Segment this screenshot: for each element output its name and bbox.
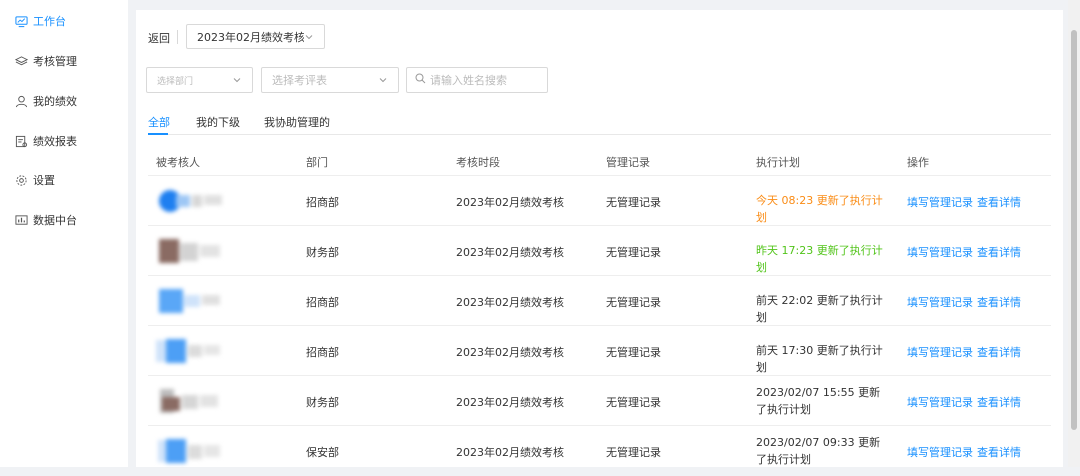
plan-cell: 今天 08:23 更新了执行计划 [756,194,883,224]
monitor-icon [14,14,28,28]
period-cell: 2023年02月绩效考核 [456,346,564,359]
sidebar-item-label: 我的绩效 [33,95,77,108]
fill-record-link[interactable]: 填写管理记录 [907,394,973,410]
table-row: 招商部 2023年02月绩效考核 无管理记录 前天 17:30 更新了执行计划 … [148,325,1051,376]
gear-icon [14,173,28,187]
department-cell: 财务部 [306,246,339,259]
search-icon [415,73,426,87]
avatar [160,389,218,413]
table-row: 财务部 2023年02月绩效考核 无管理记录 昨天 17:23 更新了执行计划 … [148,225,1051,276]
top-rail [136,0,1063,10]
period-cell: 2023年02月绩效考核 [456,296,564,309]
search-input[interactable] [426,73,540,87]
sidebar-item-workbench[interactable]: 工作台 [14,11,66,31]
fill-record-link[interactable]: 填写管理记录 [907,244,973,260]
avatar [159,289,220,313]
tab-bar: 全部 我的下级 我协助管理的 [148,114,1051,135]
sidebar-item-label: 数据中台 [33,214,77,227]
sidebar-item-label: 设置 [33,174,55,187]
record-cell: 无管理记录 [606,346,661,359]
record-cell: 无管理记录 [606,196,661,209]
department-cell: 保安部 [306,446,339,459]
divider [177,30,178,44]
column-header-department: 部门 [306,156,328,169]
department-cell: 财务部 [306,396,339,409]
sidebar-item-label: 工作台 [33,15,66,28]
sidebar: 工作台 考核管理 我的绩效 绩效报表 设置 数据中台 [0,0,128,467]
sidebar-item-my-performance[interactable]: 我的绩效 [14,91,77,111]
column-header-plan: 执行计划 [756,156,800,169]
view-details-link[interactable]: 查看详情 [977,444,1021,460]
view-details-link[interactable]: 查看详情 [977,294,1021,310]
department-cell: 招商部 [306,196,339,209]
period-select-value: 2023年02月绩效考核 [197,30,304,44]
table-row: 招商部 2023年02月绩效考核 无管理记录 今天 08:23 更新了执行计划 … [148,175,1051,226]
report-icon [14,134,28,148]
table-row: 招商部 2023年02月绩效考核 无管理记录 前天 22:02 更新了执行计划 … [148,275,1051,326]
avatar [159,190,222,212]
chevron-down-icon [304,32,314,42]
period-cell: 2023年02月绩效考核 [456,396,564,409]
table-row: 保安部 2023年02月绩效考核 无管理记录 2023/02/07 09:33 … [148,425,1051,476]
department-cell: 招商部 [306,296,339,309]
record-cell: 无管理记录 [606,446,661,459]
record-cell: 无管理记录 [606,246,661,259]
column-header-period: 考核时段 [456,156,500,169]
record-cell: 无管理记录 [606,296,661,309]
plan-cell: 昨天 17:23 更新了执行计划 [756,244,883,274]
back-link[interactable]: 返回 [148,30,170,46]
fill-record-link[interactable]: 填写管理记录 [907,294,973,310]
avatar [156,339,220,363]
sidebar-item-data-center[interactable]: 数据中台 [14,210,77,230]
scrollbar-thumb[interactable] [1071,30,1077,430]
record-cell: 无管理记录 [606,396,661,409]
department-select[interactable]: 选择部门 [146,67,253,93]
evaluation-select-placeholder: 选择考评表 [272,74,327,87]
view-details-link[interactable]: 查看详情 [977,244,1021,260]
fill-record-link[interactable]: 填写管理记录 [907,194,973,210]
avatar [158,439,220,463]
sidebar-item-report[interactable]: 绩效报表 [14,131,77,151]
user-icon [14,94,28,108]
fill-record-link[interactable]: 填写管理记录 [907,444,973,460]
sidebar-item-label: 绩效报表 [33,135,77,148]
column-header-person: 被考核人 [156,156,200,169]
period-select[interactable]: 2023年02月绩效考核 [186,24,325,49]
department-select-placeholder: 选择部门 [157,76,194,87]
period-cell: 2023年02月绩效考核 [456,196,564,209]
tab-subordinates[interactable]: 我的下级 [196,114,240,136]
layers-icon [14,54,28,68]
plan-cell: 前天 17:30 更新了执行计划 [756,344,883,374]
view-details-link[interactable]: 查看详情 [977,394,1021,410]
view-details-link[interactable]: 查看详情 [977,194,1021,210]
evaluation-select[interactable]: 选择考评表 [261,67,399,93]
avatar [159,239,220,263]
plan-cell: 前天 22:02 更新了执行计划 [756,294,883,324]
column-header-actions: 操作 [907,156,929,169]
plan-cell: 2023/02/07 09:33 更新了执行计划 [756,436,881,466]
table-row: 财务部 2023年02月绩效考核 无管理记录 2023/02/07 15:55 … [148,375,1051,426]
period-cell: 2023年02月绩效考核 [456,246,564,259]
view-details-link[interactable]: 查看详情 [977,344,1021,360]
sidebar-item-settings[interactable]: 设置 [14,170,55,190]
main-panel: 返回 2023年02月绩效考核 选择部门 选择考评表 全部 我的下级 我协助管理… [136,10,1063,467]
chart-icon [14,213,28,227]
chevron-down-icon [232,75,242,85]
sidebar-item-label: 考核管理 [33,55,77,68]
plan-cell: 2023/02/07 15:55 更新了执行计划 [756,386,881,416]
sidebar-item-assessment[interactable]: 考核管理 [14,51,77,71]
vertical-scrollbar[interactable] [1068,0,1080,467]
tab-active-indicator [148,133,168,135]
tab-assisted[interactable]: 我协助管理的 [264,114,330,136]
column-header-record: 管理记录 [606,156,650,169]
period-cell: 2023年02月绩效考核 [456,446,564,459]
fill-record-link[interactable]: 填写管理记录 [907,344,973,360]
chevron-down-icon [378,75,388,85]
department-cell: 招商部 [306,346,339,359]
search-box[interactable] [406,67,548,93]
